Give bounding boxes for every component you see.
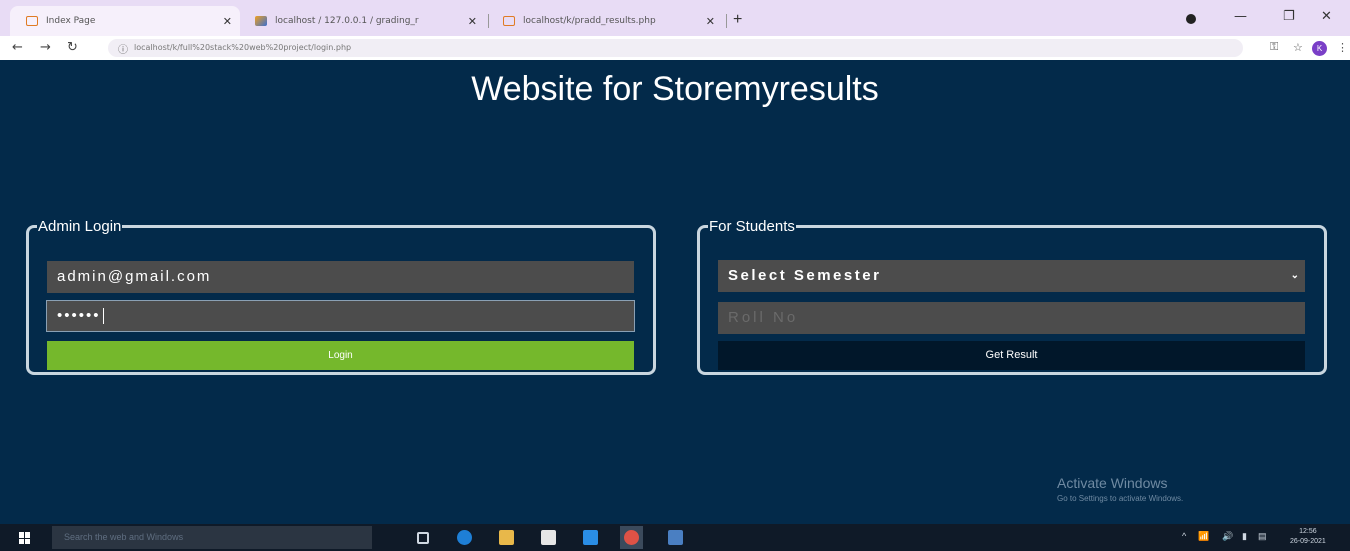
activate-windows-watermark: Activate Windows Go to Settings to activ… [1057,475,1183,503]
students-panel: For Students Select Semester ⌄ Roll No G… [697,218,1327,375]
password-mask: •••••• [57,307,101,324]
tray-chevron-up-icon[interactable]: ^ [1182,531,1186,541]
battery-icon[interactable]: ▮ [1242,531,1247,542]
taskbar-search-placeholder: Search the web and Windows [64,532,184,542]
tab-divider [488,14,489,28]
notification-icon[interactable]: ▤ [1258,531,1267,542]
browser-tab-bar: Index Page ✕ localhost / 127.0.0.1 / gra… [0,0,1350,36]
tab-index-page[interactable]: Index Page ✕ [10,6,240,36]
admin-login-panel: Admin Login admin@gmail.com •••••• Login [26,218,656,375]
semester-selected-value: Select Semester [728,267,882,284]
photos-icon[interactable] [668,530,683,545]
windows-taskbar: Search the web and Windows ^ 📶 🔊 ▮ ▤ 12:… [0,524,1350,551]
login-button[interactable]: Login [47,341,634,370]
file-explorer-icon[interactable] [499,530,514,545]
task-view-icon[interactable] [417,532,429,544]
watermark-line-2: Go to Settings to activate Windows. [1057,494,1184,503]
close-tab-icon[interactable]: ✕ [706,15,715,28]
get-result-button[interactable]: Get Result [718,341,1305,370]
tab-title: localhost/k/pradd_results.php [523,16,656,26]
page-title: Website for Storemyresults [471,70,879,108]
tab-phpmyadmin[interactable]: localhost / 127.0.0.1 / grading_r ✕ [245,6,485,36]
semester-select[interactable]: Select Semester ⌄ [718,260,1305,292]
tab-title: localhost / 127.0.0.1 / grading_r [275,16,419,26]
close-tab-icon[interactable]: ✕ [468,15,477,28]
tab-title: Index Page [46,16,96,26]
store-icon[interactable] [541,530,556,545]
volume-icon[interactable]: 🔊 [1222,531,1233,542]
menu-icon[interactable]: ⋮ [1337,41,1348,54]
password-field[interactable]: •••••• [46,300,635,332]
page-content: Website for Storemyresults Admin Login a… [0,60,1350,520]
watermark-line-1: Activate Windows [1057,475,1168,491]
close-window-icon[interactable]: ✕ [1321,9,1332,24]
roll-no-placeholder: Roll No [728,309,799,326]
address-bar-row: ← → ↻ ⓘ localhost/k/full%20stack%20web%2… [0,36,1350,60]
page-icon [26,16,38,26]
edge-icon[interactable] [457,530,472,545]
url-field[interactable]: ⓘ localhost/k/full%20stack%20web%20proje… [108,39,1243,57]
chrome-icon [624,530,639,545]
forward-icon[interactable]: → [40,40,51,55]
url-text: localhost/k/full%20stack%20web%20project… [134,43,352,52]
windows-start-icon[interactable] [19,532,31,544]
tab-divider [726,14,727,28]
minimize-icon[interactable]: — [1234,9,1247,24]
admin-login-legend: Admin Login [38,218,122,235]
network-icon[interactable]: 📶 [1198,531,1209,542]
taskbar-clock[interactable]: 12:56 26-09-2021 [1290,527,1326,547]
tab-results[interactable]: localhost/k/pradd_results.php ✕ [493,6,723,36]
page-icon [503,16,515,26]
avatar[interactable]: K [1312,41,1327,56]
phpmyadmin-icon [255,16,267,26]
key-icon[interactable]: ⚿ [1270,41,1278,54]
students-legend: For Students [709,218,795,235]
email-field[interactable]: admin@gmail.com [47,261,634,293]
chevron-down-icon: ⌄ [1290,270,1299,281]
reload-icon[interactable]: ↻ [67,40,78,55]
clock-time: 12:56 [1299,528,1317,535]
taskbar-search-box[interactable]: Search the web and Windows [52,526,372,549]
new-tab-icon[interactable]: + [733,11,742,29]
text-caret [102,308,104,325]
vscode-icon[interactable] [583,530,598,545]
back-icon[interactable]: ← [12,40,23,55]
clock-date: 26-09-2021 [1290,538,1326,545]
star-icon[interactable]: ☆ [1293,41,1303,54]
close-tab-icon[interactable]: ✕ [223,15,232,28]
site-info-icon[interactable]: ⓘ [118,41,128,56]
roll-no-input[interactable]: Roll No [718,302,1305,334]
tab-search-icon[interactable] [1186,14,1196,24]
maximize-icon[interactable]: ❐ [1283,9,1295,24]
